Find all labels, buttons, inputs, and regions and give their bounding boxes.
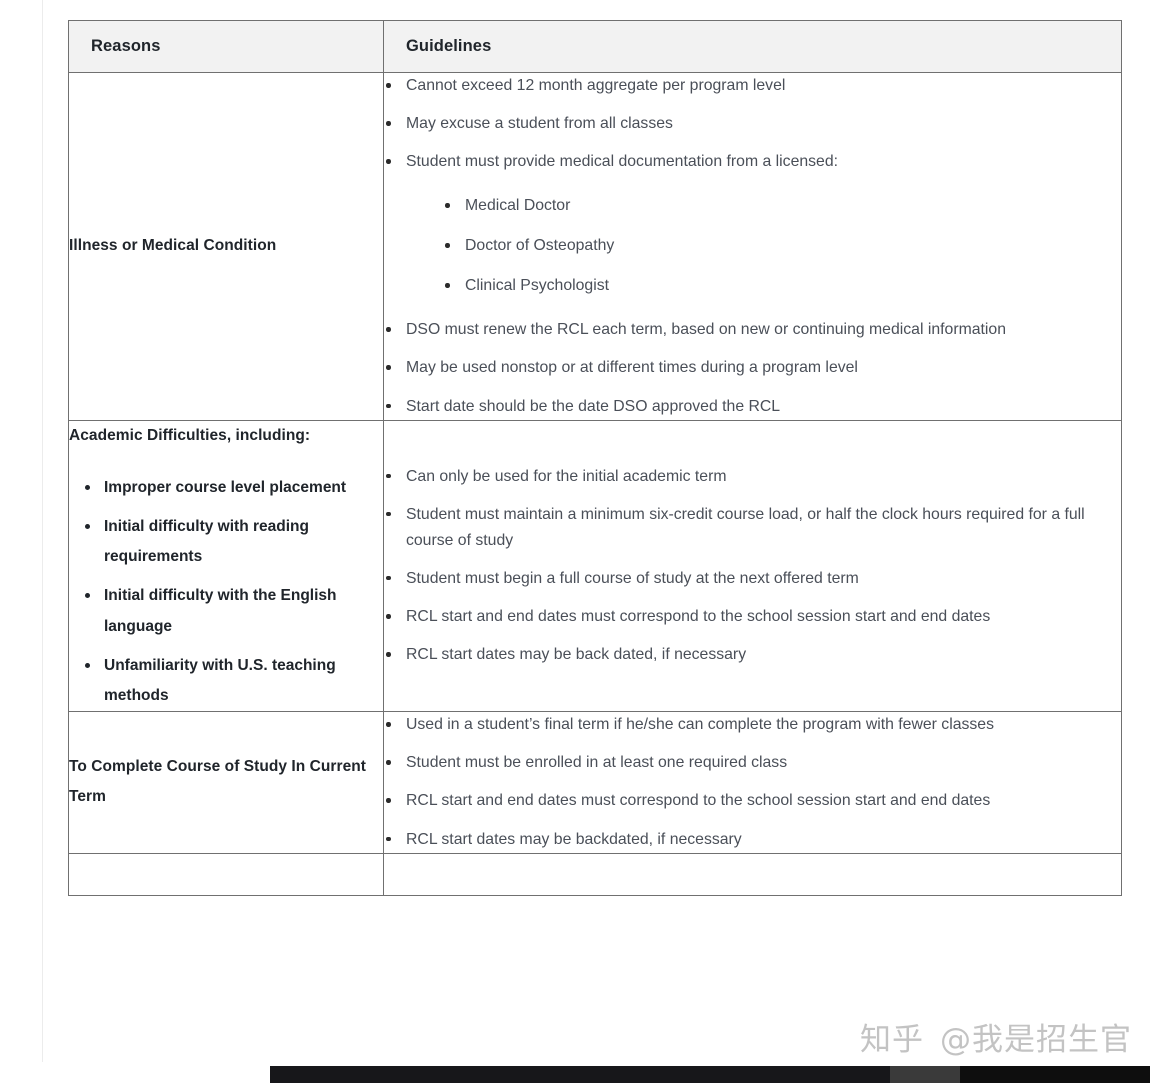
list-item-text: Student must be enrolled in at least one…: [406, 754, 788, 772]
list-item: RCL start dates may be back dated, if ne…: [384, 642, 1121, 668]
list-item-text: Can only be used for the initial academi…: [406, 467, 727, 485]
list-item-text: May be used nonstop or at different time…: [406, 359, 858, 377]
reason-title: Academic Difficulties, including:: [69, 426, 311, 444]
list-item-text: RCL start and end dates must correspond …: [406, 608, 991, 625]
list-item-text: Student must maintain a minimum six-cred…: [406, 505, 1085, 549]
list-item: Cannot exceed 12 month aggregate per pro…: [384, 73, 1121, 99]
horizontal-scrollbar[interactable]: [0, 1062, 1150, 1083]
table-row: To Complete Course of Study In Current T…: [68, 711, 1122, 854]
list-item-text: DSO must renew the RCL each term, based …: [406, 321, 1006, 339]
table-header-row: Reasons Guidelines: [68, 20, 1122, 73]
guidelines-cell: Used in a student’s final term if he/she…: [383, 711, 1122, 854]
watermark-logo: 知乎: [860, 1022, 924, 1058]
list-item: Student must be enrolled in at least one…: [384, 750, 1121, 776]
list-item: RCL start and end dates must correspond …: [384, 604, 1121, 630]
reasons-guidelines-table: Reasons Guidelines Illness or Medical Co…: [68, 20, 1122, 896]
list-item-text: RCL start dates may be backdated, if nec…: [406, 830, 742, 848]
list-item: Student must begin a full course of stud…: [384, 566, 1121, 592]
guidelines-cell: Cannot exceed 12 month aggregate per pro…: [383, 72, 1122, 421]
guidelines-list: Can only be used for the initial academi…: [384, 464, 1121, 668]
table-row: [68, 852, 1122, 896]
reason-cell: To Complete Course of Study In Current T…: [68, 711, 384, 854]
list-item: Clinical Psychologist: [443, 273, 1121, 299]
table-header: Reasons Guidelines: [68, 20, 1122, 73]
watermark-handle: @我是招生官: [940, 1022, 1132, 1058]
list-item-text: Cannot exceed 12 month aggregate per pro…: [406, 77, 786, 94]
column-header-reasons: Reasons: [68, 20, 384, 73]
list-item-text: Student must provide medical documentati…: [406, 153, 839, 171]
list-item: Unfamiliarity with U.S. teaching methods: [83, 651, 383, 711]
list-item: Initial difficulty with reading requirem…: [83, 512, 383, 572]
list-item-text: Start date should be the date DSO approv…: [406, 397, 781, 415]
column-header-guidelines: Guidelines: [383, 20, 1122, 73]
reason-cell: Academic Difficulties, including: Improp…: [68, 419, 384, 713]
list-item: Can only be used for the initial academi…: [384, 464, 1121, 490]
guidelines-sublist: Medical Doctor Doctor of Osteopathy Clin…: [406, 193, 1121, 299]
list-item: Improper course level placement: [83, 473, 383, 503]
list-item-text: Student must begin a full course of stud…: [406, 569, 859, 587]
reason-cell: [68, 852, 384, 896]
scrollbar-thumb-secondary[interactable]: [890, 1066, 960, 1083]
guidelines-cell: [383, 852, 1122, 896]
guidelines-list: Used in a student’s final term if he/she…: [384, 712, 1121, 852]
scrollbar-thumb[interactable]: [270, 1066, 890, 1083]
list-item: Student must provide medical documentati…: [384, 149, 1121, 299]
rcl-table-container: Reasons Guidelines Illness or Medical Co…: [68, 20, 1122, 896]
list-item: RCL start and end dates must correspond …: [384, 788, 1121, 814]
list-item: Doctor of Osteopathy: [443, 233, 1121, 259]
list-item-text: RCL start and end dates must correspond …: [406, 792, 991, 810]
list-item: Medical Doctor: [443, 193, 1121, 219]
page-left-rule: [42, 0, 43, 1062]
list-item: Initial difficulty with the English lang…: [83, 581, 383, 641]
zhihu-watermark: 知乎 @我是招生官: [860, 1014, 1132, 1059]
page-root: Reasons Guidelines Illness or Medical Co…: [0, 0, 1150, 1083]
list-item-text: May excuse a student from all classes: [406, 115, 673, 133]
reason-title: Illness or Medical Condition: [69, 237, 277, 255]
reason-title: To Complete Course of Study In Current T…: [69, 758, 366, 806]
guidelines-list: Cannot exceed 12 month aggregate per pro…: [384, 73, 1121, 420]
list-item: Start date should be the date DSO approv…: [384, 394, 1121, 420]
list-item-text: RCL start dates may be back dated, if ne…: [406, 646, 747, 664]
list-item: DSO must renew the RCL each term, based …: [384, 317, 1121, 343]
list-item: May excuse a student from all classes: [384, 111, 1121, 137]
table-row: Illness or Medical Condition Cannot exce…: [68, 72, 1122, 421]
list-item: Used in a student’s final term if he/she…: [384, 712, 1121, 738]
list-item: RCL start dates may be backdated, if nec…: [384, 827, 1121, 853]
reason-cell: Illness or Medical Condition: [68, 72, 384, 421]
table-body: Illness or Medical Condition Cannot exce…: [68, 72, 1122, 896]
list-item: May be used nonstop or at different time…: [384, 355, 1121, 381]
list-item-text: Used in a student’s final term if he/she…: [406, 716, 994, 734]
reason-sublist: Improper course level placement Initial …: [69, 473, 383, 712]
list-item: Student must maintain a minimum six-cred…: [384, 502, 1121, 554]
guidelines-cell: Can only be used for the initial academi…: [383, 419, 1122, 713]
table-row: Academic Difficulties, including: Improp…: [68, 419, 1122, 713]
